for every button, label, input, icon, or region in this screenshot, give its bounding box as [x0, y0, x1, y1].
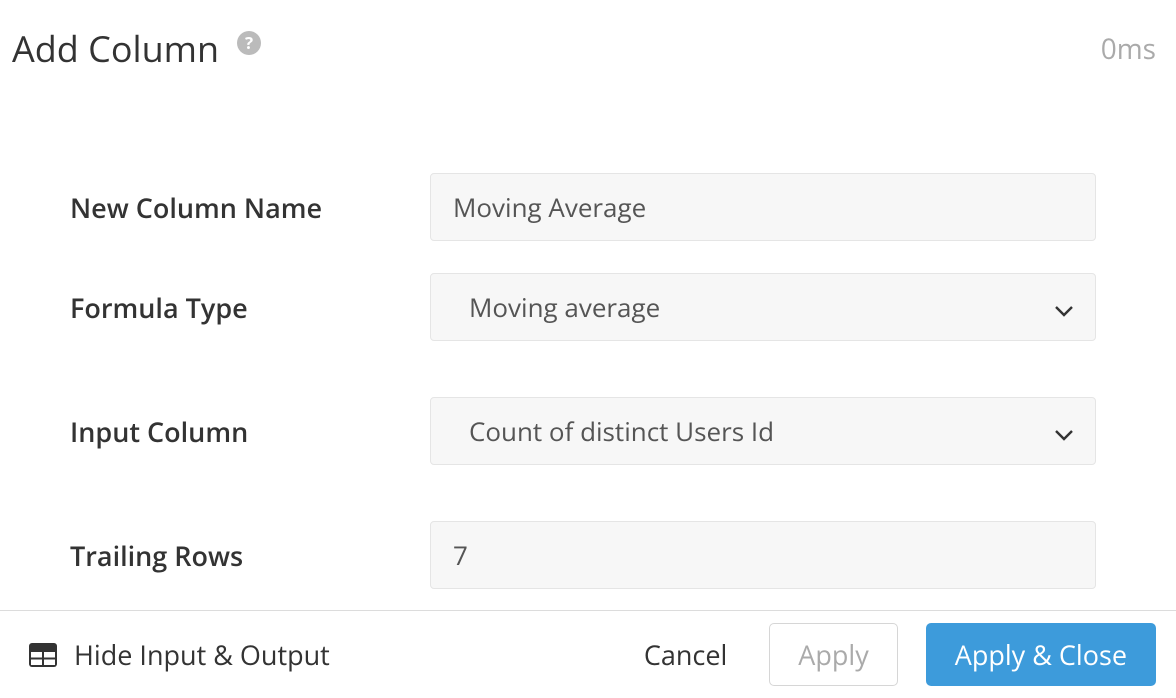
row-new-column-name: New Column Name	[70, 173, 1096, 241]
footer-actions: Cancel Apply Apply & Close	[630, 623, 1156, 686]
label-input-column: Input Column	[70, 413, 430, 450]
dialog-header: Add Column ? 0ms	[0, 0, 1176, 73]
apply-close-button[interactable]: Apply & Close	[926, 623, 1156, 686]
new-column-name-input[interactable]	[430, 173, 1096, 241]
cancel-button[interactable]: Cancel	[630, 626, 741, 683]
row-formula-type: Formula Type Moving average	[70, 273, 1096, 341]
row-trailing-rows: Trailing Rows	[70, 521, 1096, 589]
label-formula-type: Formula Type	[70, 289, 430, 326]
toggle-io-label: Hide Input & Output	[74, 636, 330, 673]
page-title: Add Column	[12, 24, 219, 73]
formula-type-value: Moving average	[469, 289, 660, 325]
help-icon[interactable]: ?	[237, 31, 261, 55]
label-new-column-name: New Column Name	[70, 189, 430, 226]
timing-label: 0ms	[1101, 30, 1156, 68]
form: New Column Name Formula Type Moving aver…	[0, 73, 1176, 675]
label-trailing-rows: Trailing Rows	[70, 537, 430, 574]
input-column-select[interactable]: Count of distinct Users Id	[430, 397, 1096, 465]
table-icon	[28, 642, 58, 668]
toggle-input-output-button[interactable]: Hide Input & Output	[28, 636, 330, 673]
dialog-footer: Hide Input & Output Cancel Apply Apply &…	[0, 610, 1176, 698]
apply-button[interactable]: Apply	[769, 623, 897, 686]
trailing-rows-input[interactable]	[430, 521, 1096, 589]
input-column-value: Count of distinct Users Id	[469, 413, 774, 449]
chevron-down-icon	[1055, 413, 1073, 449]
chevron-down-icon	[1055, 289, 1073, 325]
formula-type-select[interactable]: Moving average	[430, 273, 1096, 341]
title-wrap: Add Column ?	[12, 24, 261, 73]
row-input-column: Input Column Count of distinct Users Id	[70, 397, 1096, 465]
